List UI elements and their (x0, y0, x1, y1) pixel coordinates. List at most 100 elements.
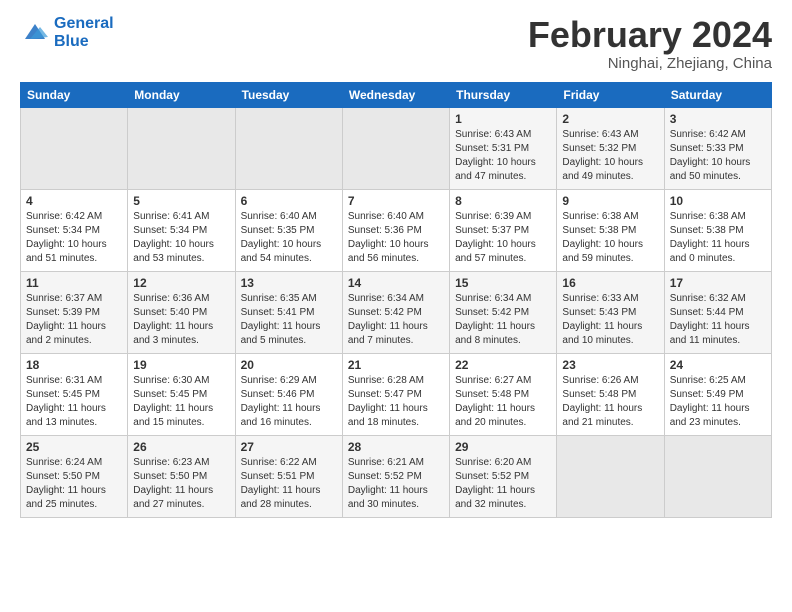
day-info: Sunrise: 6:41 AM Sunset: 5:34 PM Dayligh… (133, 210, 229, 266)
day-info: Sunrise: 6:34 AM Sunset: 5:42 PM Dayligh… (455, 292, 551, 348)
weekday-header-row: SundayMondayTuesdayWednesdayThursdayFrid… (21, 82, 772, 107)
day-number: 24 (670, 358, 766, 372)
calendar-week-row: 4 Sunrise: 6:42 AM Sunset: 5:34 PM Daylig… (21, 189, 772, 271)
calendar-cell: 25 Sunrise: 6:24 AM Sunset: 5:50 PM Dayli… (21, 435, 128, 517)
day-info: Sunrise: 6:37 AM Sunset: 5:39 PM Dayligh… (26, 292, 122, 348)
day-number: 4 (26, 194, 122, 208)
day-number: 3 (670, 112, 766, 126)
logo-text: General Blue (54, 15, 114, 50)
day-number: 23 (562, 358, 658, 372)
calendar-cell: 2 Sunrise: 6:43 AM Sunset: 5:32 PM Daylig… (557, 107, 664, 189)
calendar-cell: 13Sunrise: 6:35 AM Sunset: 5:41 PM Dayli… (235, 271, 342, 353)
day-info: Sunrise: 6:25 AM Sunset: 5:49 PM Dayligh… (670, 374, 766, 430)
calendar-cell: 19 Sunrise: 6:30 AM Sunset: 5:45 PM Dayli… (128, 353, 235, 435)
weekday-header-sunday: Sunday (21, 82, 128, 107)
header: General Blue February 2024 Ninghai, Zhej… (20, 15, 772, 72)
calendar-cell (21, 107, 128, 189)
weekday-header-tuesday: Tuesday (235, 82, 342, 107)
calendar-cell: 20Sunrise: 6:29 AM Sunset: 5:46 PM Dayli… (235, 353, 342, 435)
day-number: 16 (562, 276, 658, 290)
logo-icon (20, 19, 50, 47)
calendar-cell: 1Sunrise: 6:43 AM Sunset: 5:31 PM Daylig… (450, 107, 557, 189)
calendar-cell: 21 Sunrise: 6:28 AM Sunset: 5:47 PM Dayli… (342, 353, 449, 435)
day-info: Sunrise: 6:24 AM Sunset: 5:50 PM Dayligh… (26, 456, 122, 512)
day-info: Sunrise: 6:21 AM Sunset: 5:52 PM Dayligh… (348, 456, 444, 512)
calendar-cell: 28 Sunrise: 6:21 AM Sunset: 5:52 PM Dayli… (342, 435, 449, 517)
day-info: Sunrise: 6:20 AM Sunset: 5:52 PM Dayligh… (455, 456, 551, 512)
day-info: Sunrise: 6:43 AM Sunset: 5:31 PM Dayligh… (455, 128, 551, 184)
day-number: 8 (455, 194, 551, 208)
day-info: Sunrise: 6:34 AM Sunset: 5:42 PM Dayligh… (348, 292, 444, 348)
day-number: 11 (26, 276, 122, 290)
day-number: 10 (670, 194, 766, 208)
day-info: Sunrise: 6:38 AM Sunset: 5:38 PM Dayligh… (562, 210, 658, 266)
calendar-cell: 7 Sunrise: 6:40 AM Sunset: 5:36 PM Daylig… (342, 189, 449, 271)
day-number: 28 (348, 440, 444, 454)
weekday-header-thursday: Thursday (450, 82, 557, 107)
day-number: 21 (348, 358, 444, 372)
calendar-cell (128, 107, 235, 189)
day-info: Sunrise: 6:28 AM Sunset: 5:47 PM Dayligh… (348, 374, 444, 430)
weekday-header-wednesday: Wednesday (342, 82, 449, 107)
calendar-week-row: 11 Sunrise: 6:37 AM Sunset: 5:39 PM Dayli… (21, 271, 772, 353)
calendar-cell: 4 Sunrise: 6:42 AM Sunset: 5:34 PM Daylig… (21, 189, 128, 271)
day-info: Sunrise: 6:23 AM Sunset: 5:50 PM Dayligh… (133, 456, 229, 512)
location: Ninghai, Zhejiang, China (528, 55, 772, 72)
page: General Blue February 2024 Ninghai, Zhej… (0, 0, 792, 528)
day-info: Sunrise: 6:39 AM Sunset: 5:37 PM Dayligh… (455, 210, 551, 266)
weekday-header-friday: Friday (557, 82, 664, 107)
day-number: 26 (133, 440, 229, 454)
day-number: 13 (241, 276, 337, 290)
calendar-cell (235, 107, 342, 189)
month-title: February 2024 (528, 15, 772, 55)
day-info: Sunrise: 6:40 AM Sunset: 5:35 PM Dayligh… (241, 210, 337, 266)
day-info: Sunrise: 6:27 AM Sunset: 5:48 PM Dayligh… (455, 374, 551, 430)
calendar-cell: 22 Sunrise: 6:27 AM Sunset: 5:48 PM Dayli… (450, 353, 557, 435)
calendar-cell (342, 107, 449, 189)
day-info: Sunrise: 6:43 AM Sunset: 5:32 PM Dayligh… (562, 128, 658, 184)
calendar-cell: 6 Sunrise: 6:40 AM Sunset: 5:35 PM Daylig… (235, 189, 342, 271)
day-info: Sunrise: 6:38 AM Sunset: 5:38 PM Dayligh… (670, 210, 766, 266)
day-info: Sunrise: 6:40 AM Sunset: 5:36 PM Dayligh… (348, 210, 444, 266)
day-number: 25 (26, 440, 122, 454)
calendar-week-row: 1Sunrise: 6:43 AM Sunset: 5:31 PM Daylig… (21, 107, 772, 189)
day-info: Sunrise: 6:42 AM Sunset: 5:34 PM Dayligh… (26, 210, 122, 266)
day-number: 7 (348, 194, 444, 208)
weekday-header-monday: Monday (128, 82, 235, 107)
calendar-cell: 24 Sunrise: 6:25 AM Sunset: 5:49 PM Dayli… (664, 353, 771, 435)
day-number: 2 (562, 112, 658, 126)
day-info: Sunrise: 6:31 AM Sunset: 5:45 PM Dayligh… (26, 374, 122, 430)
day-number: 22 (455, 358, 551, 372)
day-info: Sunrise: 6:26 AM Sunset: 5:48 PM Dayligh… (562, 374, 658, 430)
day-info: Sunrise: 6:29 AM Sunset: 5:46 PM Dayligh… (241, 374, 337, 430)
calendar-cell: 8 Sunrise: 6:39 AM Sunset: 5:37 PM Daylig… (450, 189, 557, 271)
day-number: 18 (26, 358, 122, 372)
calendar-cell: 16 Sunrise: 6:33 AM Sunset: 5:43 PM Dayli… (557, 271, 664, 353)
calendar-cell: 15 Sunrise: 6:34 AM Sunset: 5:42 PM Dayli… (450, 271, 557, 353)
day-number: 17 (670, 276, 766, 290)
day-info: Sunrise: 6:32 AM Sunset: 5:44 PM Dayligh… (670, 292, 766, 348)
calendar-table: SundayMondayTuesdayWednesdayThursdayFrid… (20, 82, 772, 518)
day-number: 9 (562, 194, 658, 208)
day-number: 15 (455, 276, 551, 290)
calendar-week-row: 18 Sunrise: 6:31 AM Sunset: 5:45 PM Dayli… (21, 353, 772, 435)
calendar-cell: 12 Sunrise: 6:36 AM Sunset: 5:40 PM Dayli… (128, 271, 235, 353)
calendar-cell: 10 Sunrise: 6:38 AM Sunset: 5:38 PM Dayli… (664, 189, 771, 271)
day-info: Sunrise: 6:36 AM Sunset: 5:40 PM Dayligh… (133, 292, 229, 348)
day-number: 27 (241, 440, 337, 454)
calendar-cell: 29 Sunrise: 6:20 AM Sunset: 5:52 PM Dayli… (450, 435, 557, 517)
weekday-header-saturday: Saturday (664, 82, 771, 107)
day-number: 19 (133, 358, 229, 372)
logo: General Blue (20, 15, 114, 50)
calendar-cell: 3Sunrise: 6:42 AM Sunset: 5:33 PM Daylig… (664, 107, 771, 189)
calendar-cell: 18 Sunrise: 6:31 AM Sunset: 5:45 PM Dayli… (21, 353, 128, 435)
calendar-cell: 26 Sunrise: 6:23 AM Sunset: 5:50 PM Dayli… (128, 435, 235, 517)
title-block: February 2024 Ninghai, Zhejiang, China (528, 15, 772, 72)
day-info: Sunrise: 6:33 AM Sunset: 5:43 PM Dayligh… (562, 292, 658, 348)
calendar-cell (557, 435, 664, 517)
day-number: 12 (133, 276, 229, 290)
day-number: 6 (241, 194, 337, 208)
day-info: Sunrise: 6:30 AM Sunset: 5:45 PM Dayligh… (133, 374, 229, 430)
day-number: 5 (133, 194, 229, 208)
day-number: 29 (455, 440, 551, 454)
